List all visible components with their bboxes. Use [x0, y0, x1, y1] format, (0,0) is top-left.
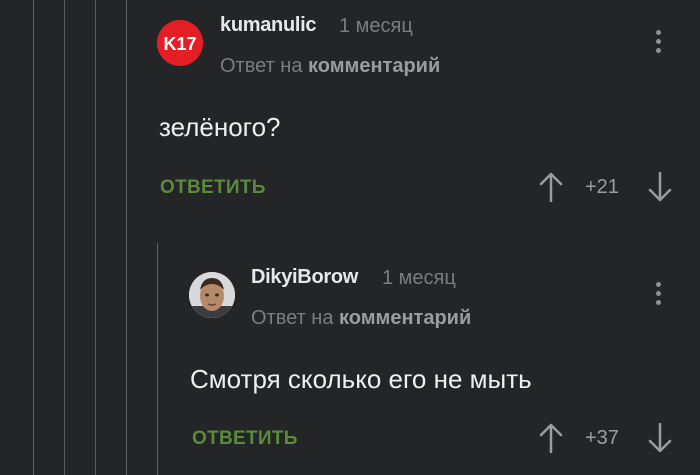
arrow-down-icon — [648, 171, 672, 202]
more-vertical-icon — [656, 30, 661, 35]
thread-line[interactable] — [64, 0, 65, 475]
arrow-up-icon — [539, 172, 563, 203]
comment-text: зелёного? — [159, 112, 281, 142]
thread-line[interactable] — [95, 0, 96, 475]
reply-to-comment-link[interactable]: комментарий — [308, 55, 440, 77]
avatar-text: K17 — [163, 34, 196, 54]
arrow-up-icon — [539, 423, 563, 454]
more-options-button[interactable] — [656, 282, 662, 308]
user-photo — [189, 272, 235, 318]
timestamp[interactable]: 1 месяц — [382, 267, 456, 290]
reply-to-line: Ответ на комментарий — [220, 55, 440, 78]
username[interactable]: DikyiBorow — [251, 266, 358, 289]
username[interactable]: kumanulic — [220, 14, 317, 37]
upvote-button[interactable] — [539, 423, 563, 458]
reply-to-comment-link[interactable]: комментарий — [339, 307, 471, 329]
k17-logo: K17 — [157, 20, 203, 66]
upvote-button[interactable] — [539, 172, 563, 207]
thread-line[interactable] — [157, 243, 158, 475]
downvote-button[interactable] — [648, 171, 672, 207]
avatar[interactable]: K17 — [157, 20, 203, 66]
comment-text: Смотря сколько его не мыть — [190, 364, 532, 394]
downvote-button[interactable] — [648, 422, 672, 458]
thread-line[interactable] — [126, 0, 127, 475]
reply-button[interactable]: ОТВЕТИТЬ — [192, 428, 298, 450]
reply-to-prefix: Ответ на — [251, 307, 334, 329]
score: +21 — [585, 176, 619, 198]
avatar[interactable] — [189, 272, 235, 318]
arrow-down-icon — [648, 422, 672, 453]
reply-to-line: Ответ на комментарий — [251, 307, 471, 330]
reply-to-prefix: Ответ на — [220, 55, 303, 77]
timestamp[interactable]: 1 месяц — [339, 15, 413, 38]
more-options-button[interactable] — [656, 30, 662, 56]
reply-button[interactable]: ОТВЕТИТЬ — [160, 177, 266, 199]
more-vertical-icon — [656, 282, 661, 287]
score: +37 — [585, 427, 619, 449]
thread-line[interactable] — [33, 0, 34, 475]
